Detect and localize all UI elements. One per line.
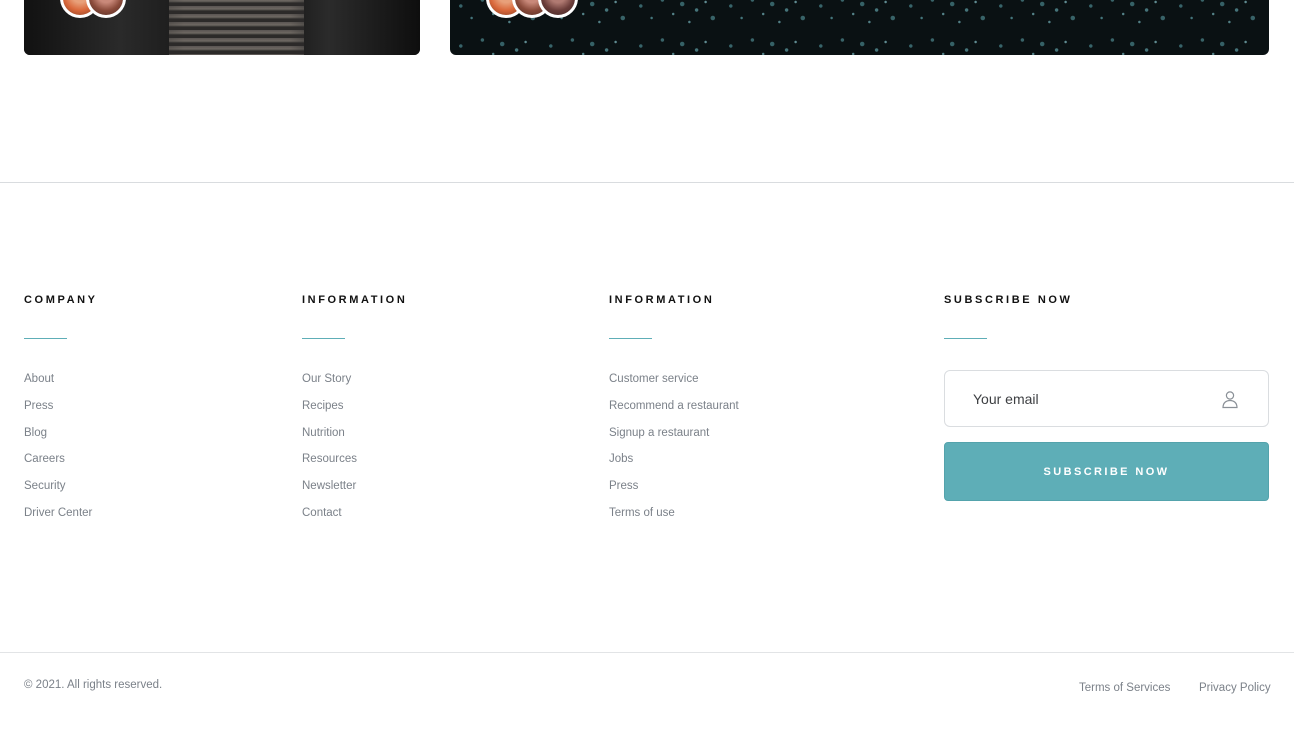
footer-column-information-2: INFORMATION Customer service Recommend a… [609, 294, 739, 534]
title-underline [302, 338, 345, 339]
terms-of-services-link[interactable]: Terms of Services [1079, 682, 1170, 694]
footer-link-blog[interactable]: Blog [24, 427, 47, 439]
footer-link-driver-center[interactable]: Driver Center [24, 507, 92, 519]
footer-link-press[interactable]: Press [609, 480, 638, 492]
footer-link-press[interactable]: Press [24, 400, 53, 412]
subscribe-button[interactable]: SUBSCRIBE NOW [944, 442, 1269, 501]
footer-column-company: COMPANY About Press Blog Careers Securit… [24, 294, 98, 534]
email-field[interactable] [944, 370, 1269, 427]
section-divider [0, 182, 1294, 183]
footer-link-contact[interactable]: Contact [302, 507, 342, 519]
footer-link-newsletter[interactable]: Newsletter [302, 480, 356, 492]
image-shade [290, 0, 420, 55]
footer-link-about[interactable]: About [24, 373, 54, 385]
title-underline [609, 338, 652, 339]
featured-card-left[interactable] [24, 0, 420, 55]
footer-link-customer-service[interactable]: Customer service [609, 373, 698, 385]
footer-link-jobs[interactable]: Jobs [609, 453, 633, 465]
footer-link-recommend-restaurant[interactable]: Recommend a restaurant [609, 400, 739, 412]
footer-link-our-story[interactable]: Our Story [302, 373, 351, 385]
column-title: INFORMATION [302, 294, 408, 306]
stairs-image [169, 0, 304, 55]
footer-link-recipes[interactable]: Recipes [302, 400, 344, 412]
avatar-group [60, 0, 126, 18]
user-icon [1222, 390, 1238, 408]
footer-link-signup-restaurant[interactable]: Signup a restaurant [609, 427, 709, 439]
footer-link-nutrition[interactable]: Nutrition [302, 427, 345, 439]
footer-link-careers[interactable]: Careers [24, 453, 65, 465]
footer-link-terms-of-use[interactable]: Terms of use [609, 507, 675, 519]
column-title: COMPANY [24, 294, 98, 306]
footer-divider [0, 652, 1294, 653]
footer-link-security[interactable]: Security [24, 480, 66, 492]
title-underline [24, 338, 67, 339]
column-title: INFORMATION [609, 294, 715, 306]
footer-column-subscribe: SUBSCRIBE NOW [944, 294, 1073, 339]
footer-link-resources[interactable]: Resources [302, 453, 357, 465]
column-title: SUBSCRIBE NOW [944, 294, 1073, 306]
footer-column-information: INFORMATION Our Story Recipes Nutrition … [302, 294, 407, 534]
privacy-policy-link[interactable]: Privacy Policy [1199, 682, 1271, 694]
email-input[interactable] [973, 390, 1220, 407]
avatar-group [486, 0, 578, 18]
title-underline [944, 338, 987, 339]
featured-card-right[interactable] [450, 0, 1269, 55]
copyright-text: © 2021. All rights reserved. [24, 679, 163, 691]
